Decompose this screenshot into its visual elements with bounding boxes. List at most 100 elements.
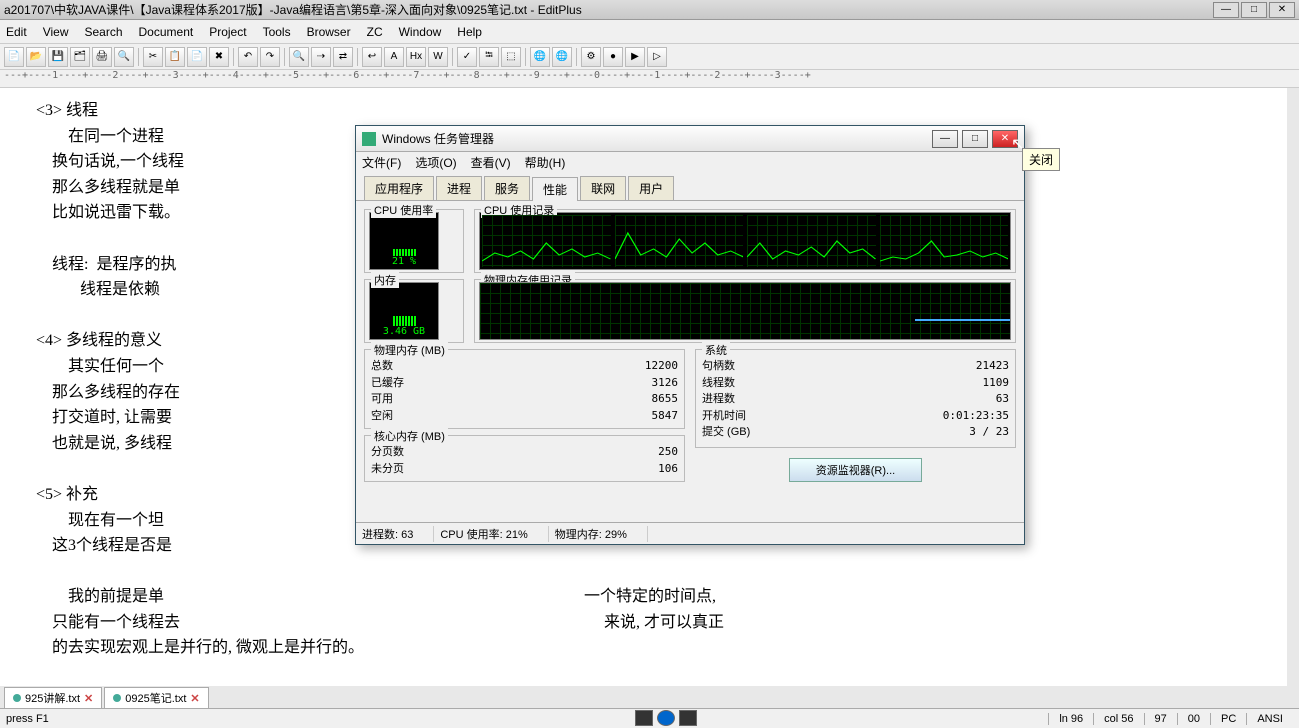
mem-usage-value: 3.46 GB: [383, 326, 425, 337]
app-title: a201707\中软JAVA课件\【Java课程体系2017版】-Java编程语…: [4, 1, 582, 18]
preview-icon[interactable]: 🔍: [114, 47, 134, 67]
cpu-usage-value: 21 %: [392, 256, 416, 267]
delete-icon[interactable]: ✖: [209, 47, 229, 67]
minimize-button[interactable]: —: [1213, 2, 1239, 18]
save-icon[interactable]: 💾: [48, 47, 68, 67]
stat-row: 分页数250: [371, 444, 678, 461]
tab-icon[interactable]: ⭾: [479, 47, 499, 67]
web-icon[interactable]: W: [428, 47, 448, 67]
copy-icon[interactable]: 📋: [165, 47, 185, 67]
taskmgr-close-button[interactable]: ✕ ↖: [992, 130, 1018, 148]
menu-edit[interactable]: Edit: [6, 25, 27, 39]
dot-icon: [113, 694, 121, 702]
stat-row: 可用8655: [371, 391, 678, 408]
tm-menu-item[interactable]: 查看(V): [471, 154, 511, 171]
taskmgr-maximize-button[interactable]: □: [962, 130, 988, 148]
stat-row: 开机时间0:01:23:35: [702, 408, 1009, 425]
menu-tools[interactable]: Tools: [263, 25, 291, 39]
resource-monitor-button[interactable]: 资源监视器(R)...: [789, 458, 922, 482]
replace-icon[interactable]: ⇄: [333, 47, 353, 67]
maximize-button[interactable]: □: [1241, 2, 1267, 18]
spell-icon[interactable]: ✓: [457, 47, 477, 67]
stat-row: 句柄数21423: [702, 358, 1009, 375]
tab-close-icon[interactable]: ✕: [190, 692, 199, 705]
tray-keyboard-icon[interactable]: [635, 710, 653, 726]
stat-row: 已缓存3126: [371, 375, 678, 392]
status-encoding: PC: [1210, 713, 1246, 725]
menu-help[interactable]: Help: [457, 25, 482, 39]
new-icon[interactable]: 📄: [4, 47, 24, 67]
mem-gauge: 3.46 GB: [369, 282, 439, 340]
browser-icon[interactable]: 🌐: [530, 47, 550, 67]
cpu-history-chart: [479, 212, 1011, 270]
run-icon[interactable]: ▷: [647, 47, 667, 67]
browser2-icon[interactable]: 🌐: [552, 47, 572, 67]
tm-tab-服务[interactable]: 服务: [484, 176, 530, 200]
font-icon[interactable]: A: [384, 47, 404, 67]
file-tab[interactable]: 925讲解.txt✕: [4, 687, 102, 708]
tm-tab-进程[interactable]: 进程: [436, 176, 482, 200]
tm-menu-item[interactable]: 选项(O): [415, 154, 456, 171]
menu-project[interactable]: Project: [209, 25, 246, 39]
tm-tab-性能[interactable]: 性能: [532, 177, 578, 201]
mem-label: 内存: [371, 272, 399, 288]
menu-zc[interactable]: ZC: [367, 25, 383, 39]
file-tab[interactable]: 0925笔记.txt✕: [104, 687, 208, 708]
menu-view[interactable]: View: [43, 25, 69, 39]
find-icon[interactable]: 🔍: [289, 47, 309, 67]
tab-close-icon[interactable]: ✕: [84, 692, 93, 705]
menu-window[interactable]: Window: [399, 25, 442, 39]
status-hint: press F1: [6, 713, 49, 725]
taskmgr-icon: [362, 132, 376, 146]
hexview-icon[interactable]: ⬚: [501, 47, 521, 67]
close-button[interactable]: ✕: [1269, 2, 1295, 18]
open-icon[interactable]: 📂: [26, 47, 46, 67]
mem-history-chart: [479, 282, 1011, 340]
stat-row: 提交 (GB)3 / 23: [702, 424, 1009, 441]
tray-help-icon[interactable]: [657, 710, 675, 726]
play-icon[interactable]: ▶: [625, 47, 645, 67]
status-line: ln 96: [1048, 713, 1093, 725]
tm-tab-应用程序[interactable]: 应用程序: [364, 176, 434, 200]
phys-mem-title: 物理内存 (MB): [371, 342, 448, 358]
editplus-titlebar: a201707\中软JAVA课件\【Java课程体系2017版】-Java编程语…: [0, 0, 1299, 20]
tray-app-icon[interactable]: [679, 710, 697, 726]
cut-icon[interactable]: ✂: [143, 47, 163, 67]
print-icon[interactable]: 🖨: [92, 47, 112, 67]
stat-row: 进程数63: [702, 391, 1009, 408]
tm-tab-联网[interactable]: 联网: [580, 176, 626, 200]
editplus-toolbar: 📄📂💾🗂🖨🔍✂📋📄✖↶↷🔍⇢⇄↩AHxW✓⭾⬚🌐🌐⚙●▶▷: [0, 44, 1299, 70]
record-icon[interactable]: ●: [603, 47, 623, 67]
tm-menu-item[interactable]: 帮助(H): [525, 154, 566, 171]
dot-icon: [13, 694, 21, 702]
taskmgr-titlebar[interactable]: Windows 任务管理器 — □ ✕ ↖ 关闭: [356, 126, 1024, 152]
hex-icon[interactable]: Hx: [406, 47, 426, 67]
tm-status-cpu: CPU 使用率: 21%: [434, 526, 548, 542]
kernel-mem-title: 核心内存 (MB): [371, 428, 448, 444]
wrap-icon[interactable]: ↩: [362, 47, 382, 67]
task-manager-window: Windows 任务管理器 — □ ✕ ↖ 关闭 文件(F) 选项(O) 查看(V)…: [355, 125, 1025, 545]
taskmgr-minimize-button[interactable]: —: [932, 130, 958, 148]
paste-icon[interactable]: 📄: [187, 47, 207, 67]
settings-icon[interactable]: ⚙: [581, 47, 601, 67]
saveall-icon[interactable]: 🗂: [70, 47, 90, 67]
tm-menu-item[interactable]: 文件(F): [362, 154, 401, 171]
status-charset: ANSI: [1246, 713, 1293, 725]
tm-tab-用户[interactable]: 用户: [628, 176, 674, 200]
menu-browser[interactable]: Browser: [307, 25, 351, 39]
tab-bar: 925讲解.txt✕0925笔记.txt✕: [0, 686, 1299, 708]
stat-row: 未分页106: [371, 461, 678, 478]
redo-icon[interactable]: ↷: [260, 47, 280, 67]
taskmgr-statusbar: 进程数: 63 CPU 使用率: 21% 物理内存: 29%: [356, 522, 1024, 544]
status-v1: 97: [1144, 713, 1177, 725]
system-title: 系统: [702, 342, 730, 358]
editplus-menubar: Edit View Search Document Project Tools Browse…: [0, 20, 1299, 44]
cpu-usage-label: CPU 使用率: [371, 202, 436, 218]
tm-status-mem: 物理内存: 29%: [549, 526, 648, 542]
undo-icon[interactable]: ↶: [238, 47, 258, 67]
status-col: col 56: [1093, 713, 1143, 725]
status-v2: 00: [1177, 713, 1210, 725]
menu-search[interactable]: Search: [84, 25, 122, 39]
menu-document[interactable]: Document: [139, 25, 194, 39]
findnext-icon[interactable]: ⇢: [311, 47, 331, 67]
